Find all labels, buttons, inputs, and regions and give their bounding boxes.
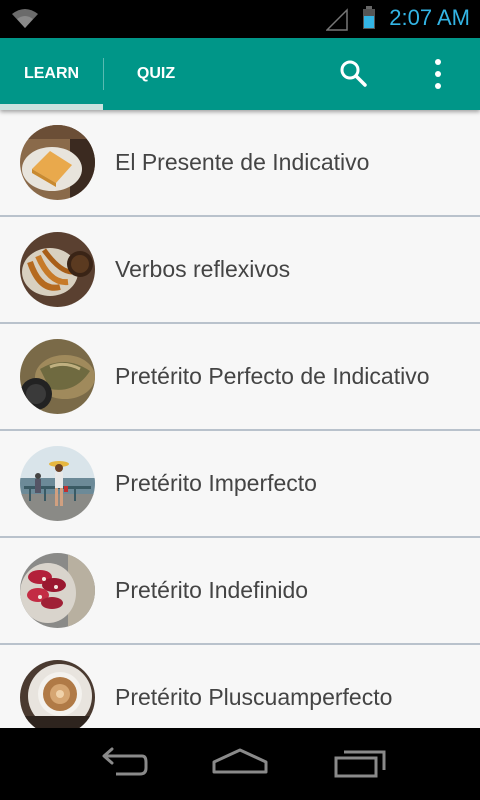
lesson-title: Pretérito Perfecto de Indicativo xyxy=(115,363,430,389)
list-item[interactable]: Verbos reflexivos xyxy=(0,217,480,324)
lesson-title: El Presente de Indicativo xyxy=(115,149,370,175)
status-time: 2:07 AM xyxy=(389,5,470,30)
battery-icon xyxy=(363,6,375,29)
churros-photo xyxy=(20,232,95,307)
lesson-title: Verbos reflexivos xyxy=(115,256,291,282)
tortilla-photo xyxy=(20,125,95,200)
lesson-list: El Presente de Indicativo Verbos reflexi… xyxy=(0,110,480,728)
back-button[interactable] xyxy=(90,746,150,782)
lesson-title: Pretérito Imperfecto xyxy=(115,470,317,496)
lesson-title: Pretérito Indefinido xyxy=(115,577,309,603)
list-item[interactable]: Pretérito Perfecto de Indicativo xyxy=(0,324,480,431)
lesson-title: Pretérito Pluscuamperfecto xyxy=(115,684,393,710)
overflow-menu-button[interactable] xyxy=(424,56,452,92)
app-bar: LEARN QUIZ xyxy=(0,38,480,110)
search-icon xyxy=(340,60,367,87)
food-platter-photo xyxy=(20,339,95,414)
signal-icon xyxy=(326,8,348,31)
navigation-bar xyxy=(0,728,480,800)
seaside-girl-photo xyxy=(20,446,95,521)
tab-learn[interactable]: LEARN xyxy=(0,38,103,110)
list-item[interactable]: Pretérito Pluscuamperfecto xyxy=(0,645,480,728)
wifi-icon xyxy=(12,9,38,28)
list-item[interactable]: Pretérito Indefinido xyxy=(0,538,480,645)
recents-icon xyxy=(334,750,386,778)
search-button[interactable] xyxy=(336,56,372,92)
list-item[interactable]: El Presente de Indicativo xyxy=(0,110,480,217)
status-bar: 2:07 AM xyxy=(0,0,480,38)
coffee-cup-photo xyxy=(20,660,95,728)
recents-button[interactable] xyxy=(330,746,390,782)
more-vert-icon xyxy=(435,59,441,89)
back-icon xyxy=(102,747,148,776)
tab-quiz[interactable]: QUIZ xyxy=(104,38,208,110)
home-icon xyxy=(212,748,268,774)
home-button[interactable] xyxy=(210,746,270,782)
list-item[interactable]: Pretérito Imperfecto xyxy=(0,431,480,538)
selected-tab-indicator xyxy=(0,104,103,110)
sausages-photo xyxy=(20,553,95,628)
